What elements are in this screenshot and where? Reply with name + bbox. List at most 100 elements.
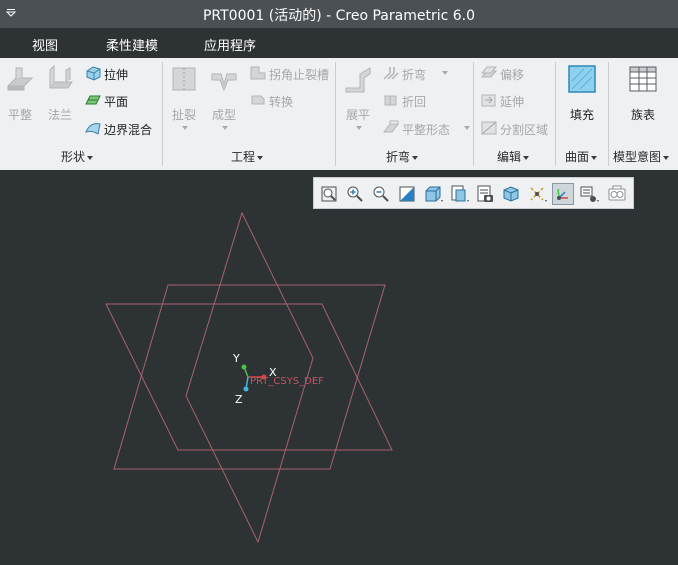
graphics-toolbar	[313, 177, 634, 209]
fill-icon	[568, 65, 596, 93]
unbend-label: 展平	[345, 108, 370, 122]
csys-display-button[interactable]	[552, 183, 574, 205]
family-table-label: 族表	[630, 108, 655, 122]
menu-bar: 视图 柔性建模 应用程序	[0, 28, 678, 58]
group-engineering: 扯裂 成型 拐角止裂槽 转换 工程	[163, 58, 333, 170]
rip-icon	[172, 67, 196, 91]
axis-z-label: Z	[235, 393, 243, 406]
bend-back-button[interactable]: 折回	[382, 91, 448, 109]
datum-planes	[105, 211, 393, 544]
flange-button[interactable]: 法兰	[42, 58, 78, 128]
csys-label[interactable]: PRT_CSYS_DEF	[250, 376, 324, 387]
spin-center-button[interactable]	[606, 183, 628, 205]
extrude-button[interactable]: 拉伸	[84, 64, 154, 82]
split-area-label: 分割区域	[500, 123, 549, 137]
extrude-icon	[86, 66, 101, 81]
refit-button[interactable]	[318, 183, 340, 205]
fill-button[interactable]: 填充	[562, 58, 602, 128]
bend-button[interactable]: 折弯	[382, 64, 448, 82]
zoom-in-button[interactable]	[344, 183, 366, 205]
unbend-button[interactable]: 展平	[340, 58, 376, 138]
group-bend-label[interactable]: 折弯	[386, 148, 419, 165]
zoom-out-button[interactable]	[370, 183, 392, 205]
split-area-button[interactable]: 分割区域	[480, 119, 556, 137]
boundary-blend-label: 边界混合	[104, 123, 153, 137]
family-table-icon	[629, 66, 657, 92]
zoom-in-icon	[347, 186, 363, 202]
flat-pattern-icon	[383, 120, 399, 133]
flat-wall-icon	[6, 67, 34, 91]
repaint-icon	[399, 186, 415, 202]
tab-applications[interactable]: 应用程序	[204, 35, 256, 54]
planar-icon	[85, 95, 101, 105]
display-style-button[interactable]	[422, 183, 444, 205]
flange-icon	[49, 64, 73, 89]
annotation-display-button[interactable]	[578, 183, 600, 205]
flange-label: 法兰	[47, 108, 72, 122]
extend-label: 延伸	[500, 95, 525, 109]
boundary-blend-button[interactable]: 边界混合	[84, 119, 160, 137]
view-manager-button[interactable]	[474, 183, 496, 205]
planar-button[interactable]: 平面	[84, 91, 154, 109]
ribbon: 平整 法兰 拉伸 平面 边界混合 形状 扯裂 成型 拐角止裂槽 转换 工程 展平…	[0, 58, 678, 170]
bend-label: 折弯	[402, 68, 427, 82]
display-style-icon	[425, 186, 443, 202]
extend-icon	[481, 94, 496, 107]
zoom-out-icon	[373, 186, 389, 202]
datum-display-button[interactable]	[526, 183, 548, 205]
bend-back-label: 折回	[402, 95, 427, 109]
graphics-window[interactable]: Y X Z PRT_CSYS_DEF	[0, 170, 678, 565]
bend-icon	[383, 67, 399, 80]
csys-display-icon	[557, 188, 568, 200]
offset-icon	[480, 66, 498, 78]
flat-pattern-button[interactable]: 平整形态	[382, 119, 470, 137]
rip-button[interactable]: 扯裂	[166, 58, 202, 138]
window-title: PRT0001 (活动的) - Creo Parametric 6.0	[202, 8, 476, 24]
saved-orientations-button[interactable]	[448, 183, 470, 205]
planar-label: 平面	[104, 95, 129, 109]
corner-relief-button[interactable]: 拐角止裂槽	[249, 64, 333, 82]
group-bend: 展平 折弯 折回 平整形态 折弯	[336, 58, 472, 170]
fill-label: 填充	[569, 108, 594, 122]
form-icon	[211, 73, 237, 92]
group-editing-label[interactable]: 编辑	[497, 148, 530, 165]
corner-relief-icon	[250, 66, 266, 80]
family-table-button[interactable]: 族表	[623, 58, 663, 128]
axis-y-label: Y	[233, 352, 240, 365]
group-model-intent: 族表 模型意图	[609, 58, 678, 170]
split-area-icon	[481, 121, 497, 135]
tab-flexible-modeling[interactable]: 柔性建模	[106, 35, 158, 54]
corner-relief-label: 拐角止裂槽	[269, 68, 330, 82]
datum-display-icon	[530, 187, 547, 202]
group-editing: 偏移 延伸 分割区域 编辑	[474, 58, 554, 170]
group-surfaces-label[interactable]: 曲面	[565, 148, 598, 165]
refit-icon	[321, 186, 337, 202]
convert-button[interactable]: 转换	[249, 91, 319, 109]
offset-button[interactable]: 偏移	[480, 64, 550, 82]
offset-label: 偏移	[500, 68, 525, 82]
title-bar: PRT0001 (活动的) - Creo Parametric 6.0	[0, 0, 678, 28]
flat-wall-label: 平整	[7, 108, 32, 122]
convert-label: 转换	[269, 95, 294, 109]
tab-view[interactable]: 视图	[32, 35, 58, 54]
form-label: 成型	[211, 108, 236, 122]
saved-orientations-icon	[451, 185, 469, 202]
repaint-button[interactable]	[396, 183, 418, 205]
perspective-icon	[503, 186, 519, 202]
rip-label: 扯裂	[171, 108, 196, 122]
unbend-icon	[345, 67, 371, 93]
group-shape-label[interactable]: 形状	[61, 148, 94, 165]
view-manager-icon	[477, 185, 493, 202]
flat-wall-button[interactable]: 平整	[2, 58, 38, 128]
extend-button[interactable]: 延伸	[480, 91, 550, 109]
group-model-intent-label[interactable]: 模型意图	[613, 148, 670, 165]
flat-pattern-label: 平整形态	[402, 123, 451, 137]
convert-icon	[251, 95, 265, 105]
group-engineering-label[interactable]: 工程	[231, 148, 264, 165]
form-button[interactable]: 成型	[206, 58, 242, 138]
annotation-display-icon	[580, 186, 599, 202]
perspective-button[interactable]	[500, 183, 522, 205]
spin-center-icon	[608, 185, 626, 201]
extrude-label: 拉伸	[104, 68, 129, 82]
bend-back-icon	[384, 95, 397, 106]
